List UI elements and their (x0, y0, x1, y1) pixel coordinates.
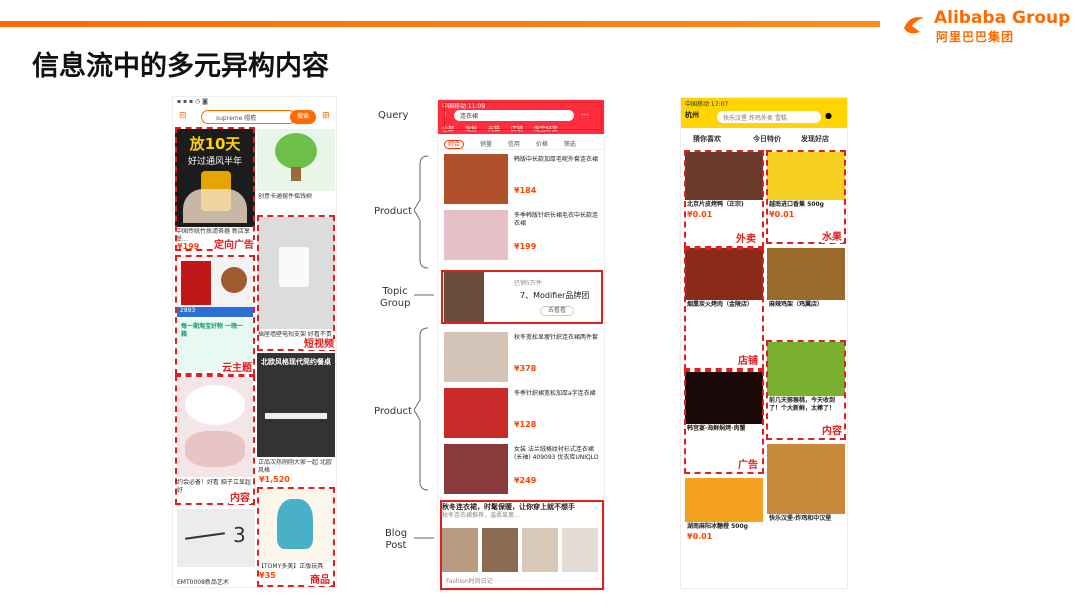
product-image (444, 388, 508, 438)
annotation-box (766, 150, 846, 244)
brand-text-cn: 阿里巴巴集团 (936, 30, 1015, 44)
product-row[interactable]: 冬季针织裙宽松加厚a字连衣裙 ¥128 (444, 388, 602, 438)
product-price: ¥184 (514, 186, 537, 195)
product-image (444, 444, 508, 494)
product-title: 秋冬宽松显瘦针织连衣裙两件套 (514, 334, 599, 341)
annotation-box (175, 255, 255, 375)
filter-price[interactable]: 价格 (536, 141, 548, 148)
annotation-tag: 短视频 (303, 339, 335, 350)
annotation-box (257, 487, 335, 587)
card-title: 湖南麻阳冰糖橙 500g (687, 523, 748, 530)
search-input[interactable]: 快乐汉堡 炸鸡外卖 雪糕 (717, 111, 821, 123)
product-title: 冬季针织裙宽松加厚a字连衣裙 (514, 390, 596, 397)
annotation-box (684, 248, 764, 370)
chicken-image (767, 248, 845, 300)
product-image (444, 154, 508, 204)
search-button[interactable]: 搜索 (290, 110, 316, 124)
feed-card[interactable]: 麻辣鸡架（鸡翼店） (767, 248, 845, 310)
label-query: Query (378, 110, 409, 121)
annotation-box (684, 370, 764, 474)
filter-more[interactable]: 筛选 (564, 141, 576, 148)
blog-post-box (440, 500, 604, 590)
product-title: 冬季韩版针织长裙毛衣中长款连衣裙 (514, 212, 599, 227)
card-title: 麻辣鸡架（鸡翼店） (769, 301, 824, 308)
art-line (185, 532, 225, 540)
label-topic-group: Topic Group (380, 286, 411, 309)
annotation-tag: 水果 (821, 232, 843, 243)
item-caption: EMT0008新品艺术 (177, 579, 229, 586)
city-selector[interactable]: 杭州 (685, 110, 699, 120)
annotation-tag: 广告 (737, 460, 759, 471)
label-blog-post: Blog Post (384, 528, 408, 551)
brand-text: Alibaba Group (934, 8, 1071, 28)
query-box (444, 102, 602, 130)
filter-sales[interactable]: 销量 (480, 141, 492, 148)
annotation-tag: 云主题 (221, 363, 253, 374)
feed-card[interactable]: 湖南麻阳冰糖橙 500g ¥0.01 (685, 478, 763, 541)
card-title: 快乐汉堡·炸鸡和中汉堡 (769, 515, 832, 522)
product-card-art[interactable]: 3 (177, 509, 255, 567)
annotation-tag: 定向广告 (213, 240, 255, 251)
phone-eleme-feed: 中国移动 17:07 杭州 快乐汉堡 炸鸡外卖 雪糕 ● 猜你喜欢 今日特价 发… (680, 97, 848, 589)
annotation-tag: 外卖 (735, 234, 757, 245)
item-caption: 北欧风格现代简约餐桌 (261, 358, 331, 366)
annotation-tag: 内容 (821, 426, 843, 437)
card-price: ¥0.01 (687, 532, 713, 541)
mic-icon[interactable]: ● (825, 111, 832, 120)
tree-trunk (291, 167, 301, 181)
filter-overall[interactable]: 综合 (444, 140, 465, 149)
orange-image (685, 478, 763, 522)
feed-card[interactable]: 快乐汉堡·炸鸡和中汉堡 (767, 444, 845, 524)
annotation-tag: 店铺 (737, 356, 759, 367)
status-bar: ▪ ▪ ▪ ◷ ◙ (177, 98, 208, 105)
alibaba-logo: Alibaba Group 阿里巴巴集团 (900, 8, 1070, 44)
header: 中国移动 17:07 杭州 快乐汉堡 炸鸡外卖 雪糕 ● (681, 98, 847, 128)
product-price: ¥249 (514, 476, 537, 485)
filter-bar: 综合 销量 信用 价格 筛选 (438, 136, 604, 150)
item-price: ¥1,520 (259, 475, 290, 484)
product-image (444, 332, 508, 382)
table-image (265, 413, 327, 419)
top-accent-bar (0, 0, 880, 30)
product-card-table[interactable]: 北欧风格现代简约餐桌 (257, 353, 335, 457)
item-caption: 创意卡通摆件摇钱树 (258, 193, 313, 200)
label-product-2: Product (374, 406, 412, 417)
product-card-tree[interactable] (257, 129, 335, 191)
search-bar: ⊟ supreme 帽檐 搜索 ⊞ (177, 109, 334, 125)
product-price: ¥128 (514, 420, 537, 429)
annotation-box (257, 215, 335, 351)
product-row[interactable]: 秋冬宽松显瘦针织连衣裙两件套 ¥378 (444, 332, 602, 382)
product-row[interactable]: 女装 法兰绒格纹衬衫式连衣裙(长袖) 409093 优衣库UNIQLO ¥249 (444, 444, 602, 494)
product-title: 韩版中长款加厚毛呢外套连衣裙 (514, 156, 599, 163)
product-title: 女装 法兰绒格纹衬衫式连衣裙(长袖) 409093 优衣库UNIQLO (514, 446, 599, 461)
annotation-tag: 商品 (309, 575, 331, 586)
filter-credit[interactable]: 信用 (508, 141, 520, 148)
tab-today[interactable]: 今日特价 (753, 134, 781, 144)
label-product: Product (374, 206, 412, 217)
scan-icon[interactable]: ⊟ (179, 111, 187, 121)
annotation-box (175, 375, 255, 505)
message-icon[interactable]: ⊞ (322, 111, 330, 121)
page-title: 信息流中的多元异构内容 (32, 51, 329, 82)
tab-guess[interactable]: 猜你喜欢 (693, 134, 721, 144)
tab-discover[interactable]: 发现好店 (801, 134, 829, 144)
product-image (444, 210, 508, 260)
product-price: ¥378 (514, 364, 537, 373)
annotation-box (766, 340, 846, 440)
status-bar: 中国移动 17:07 (685, 101, 729, 108)
art-number: 3 (233, 523, 246, 547)
tree-image (275, 133, 317, 169)
dish-image (767, 444, 845, 514)
product-price: ¥199 (514, 242, 537, 251)
topic-group-box (441, 270, 603, 324)
product-row[interactable]: 韩版中长款加厚毛呢外套连衣裙 ¥184 (444, 154, 602, 204)
phone-taobao-feed: ▪ ▪ ▪ ◷ ◙ ⊟ supreme 帽檐 搜索 ⊞ 放10天 好过通风半年 … (172, 96, 337, 588)
annotation-box (175, 127, 255, 251)
alibaba-logo-icon (904, 17, 924, 34)
bracket-lines (414, 155, 434, 539)
search-input[interactable]: supreme 帽檐 (201, 110, 296, 124)
phone-search-results: 中国移动 11:09 ‹ 连衣裙 ⋯ 全部 淘抢 天猫 店铺 淘宝好货 综合 销… (437, 99, 605, 591)
annotation-tag: 内容 (229, 493, 251, 504)
product-row[interactable]: 冬季韩版针织长裙毛衣中长款连衣裙 ¥199 (444, 210, 602, 260)
